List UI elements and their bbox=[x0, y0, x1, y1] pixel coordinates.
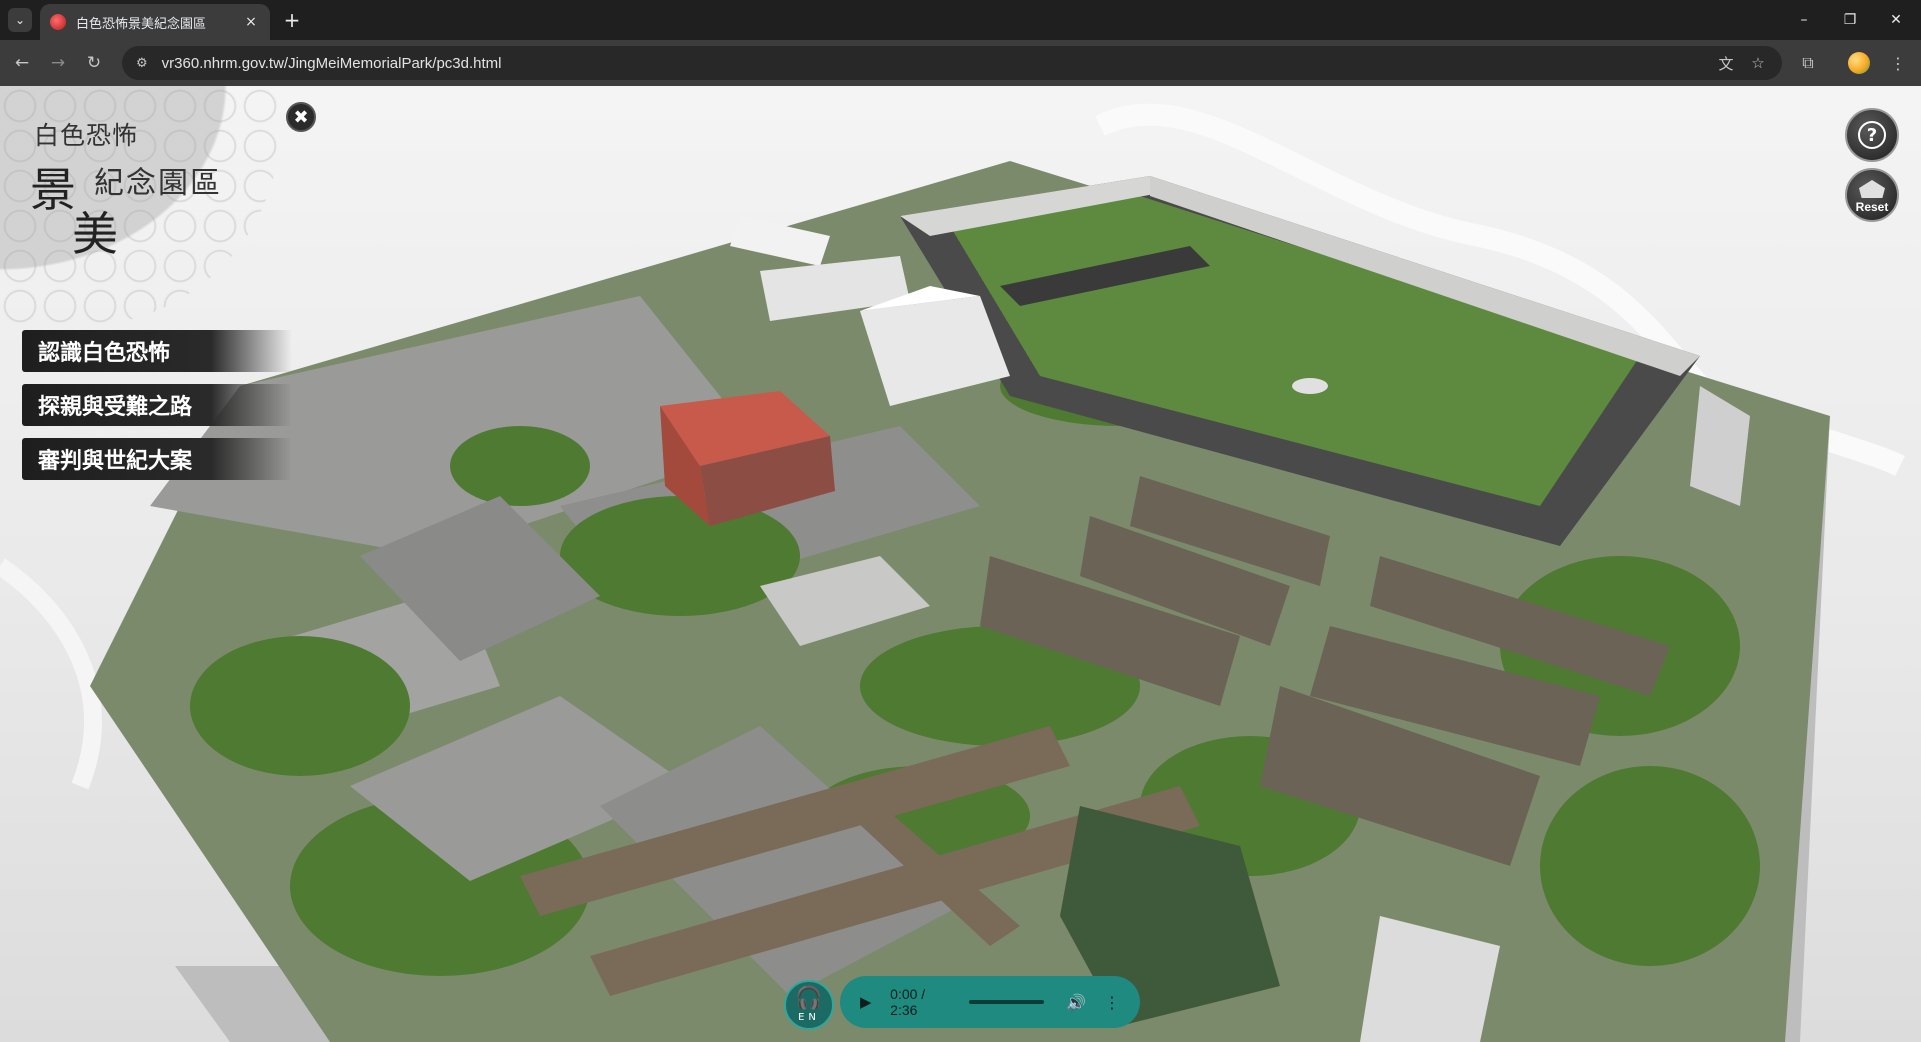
bookmark-star-icon[interactable]: ☆ bbox=[1744, 46, 1772, 80]
tab-title: 白色恐怖景美紀念園區 bbox=[76, 16, 207, 32]
menu-item-visiting-path[interactable]: 探親與受難之路 bbox=[22, 384, 292, 426]
audio-player: ▶ 0:00 / 2:36 🔊 ⋮ bbox=[840, 976, 1140, 1028]
extensions-icon[interactable]: ⧉ bbox=[1794, 49, 1822, 77]
tab-close-icon[interactable]: × bbox=[242, 14, 260, 30]
browser-menu-icon[interactable]: ⋮ bbox=[1884, 49, 1912, 77]
audio-progress-track[interactable] bbox=[968, 1000, 1045, 1004]
url-text: vr360.nhrm.gov.tw/JingMeiMemorialPark/pc… bbox=[161, 54, 502, 72]
window-close-button[interactable]: ✕ bbox=[1873, 0, 1919, 40]
back-arrow-icon[interactable]: ← bbox=[8, 49, 36, 77]
decorative-curve-left bbox=[0, 558, 102, 790]
site-favicon-icon bbox=[50, 14, 66, 30]
tab-search-icon[interactable]: ⌄ bbox=[8, 8, 32, 32]
logo-line-1: 白色恐怖 bbox=[34, 121, 139, 150]
audio-language-label: EN bbox=[798, 1011, 820, 1023]
logo-big-char-2: 美 bbox=[72, 207, 118, 261]
reload-icon[interactable]: ↻ bbox=[80, 49, 108, 77]
forward-arrow-icon[interactable]: → bbox=[44, 49, 72, 77]
profile-avatar[interactable] bbox=[1848, 52, 1870, 74]
restore-button[interactable]: ❐ bbox=[1827, 0, 1873, 40]
reset-button[interactable]: Reset bbox=[1845, 168, 1899, 222]
minimize-button[interactable]: – bbox=[1781, 0, 1827, 40]
volume-icon[interactable]: 🔊 bbox=[1066, 993, 1086, 1012]
close-panel-button[interactable]: ✖ bbox=[286, 102, 316, 132]
3d-park-viewport[interactable]: 白色恐怖 景 美 紀念園區 ✖ 認識白色恐怖 探親與受難之路 審判與世紀大案 ?… bbox=[0, 86, 1921, 1042]
courtyard-fountain bbox=[1292, 378, 1328, 394]
reset-house-icon bbox=[1859, 180, 1885, 198]
audio-more-icon[interactable]: ⋮ bbox=[1104, 993, 1120, 1012]
logo-line-2: 紀念園區 bbox=[94, 166, 222, 201]
new-tab-button[interactable]: + bbox=[280, 8, 304, 32]
browser-tab-bar: ⌄ 白色恐怖景美紀念園區 × + – ❐ ✕ bbox=[0, 0, 1921, 40]
logo-big-char-1: 景 bbox=[30, 163, 76, 217]
reset-label: Reset bbox=[1855, 200, 1889, 214]
menu-item-white-terror[interactable]: 認識白色恐怖 bbox=[22, 330, 292, 372]
help-icon: ? bbox=[1858, 121, 1886, 149]
address-bar[interactable]: ⚙ vr360.nhrm.gov.tw/JingMeiMemorialPark/… bbox=[122, 46, 1782, 80]
help-button[interactable]: ? bbox=[1845, 108, 1899, 162]
headphones-icon: 🎧 bbox=[795, 985, 823, 1011]
menu-item-trials[interactable]: 審判與世紀大案 bbox=[22, 438, 292, 480]
browser-toolbar: ← → ↻ ⚙ vr360.nhrm.gov.tw/JingMeiMemoria… bbox=[0, 40, 1921, 86]
browser-tab[interactable]: 白色恐怖景美紀念園區 × bbox=[40, 4, 270, 40]
audio-time: 0:00 / 2:36 bbox=[890, 986, 926, 1018]
play-icon[interactable]: ▶ bbox=[860, 993, 880, 1011]
site-settings-icon[interactable]: ⚙ bbox=[136, 56, 148, 71]
translate-icon[interactable]: 文 bbox=[1712, 46, 1740, 80]
audio-language-button[interactable]: 🎧 EN bbox=[784, 980, 834, 1030]
